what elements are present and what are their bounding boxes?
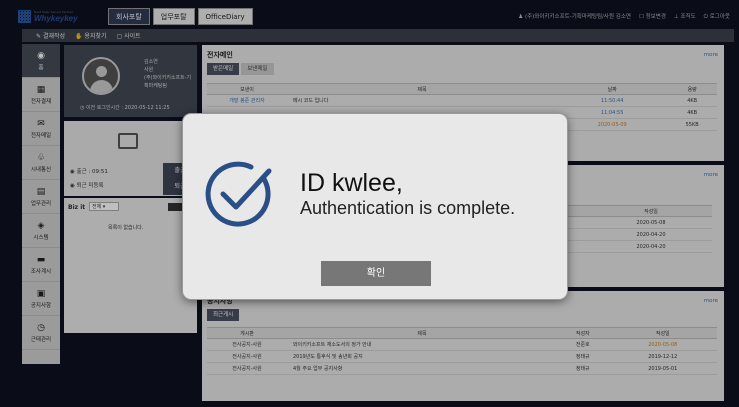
dialog-message: Authentication is complete.	[300, 198, 516, 218]
confirm-button[interactable]: 확인	[321, 261, 431, 286]
auth-complete-dialog: ID kwlee, Authentication is complete. 확인	[183, 114, 567, 299]
app-window: Next Safer Secure Partner Whykeykey 회사포탈…	[0, 0, 739, 407]
check-circle-icon	[205, 161, 272, 227]
dialog-title: ID kwlee,	[300, 169, 403, 197]
